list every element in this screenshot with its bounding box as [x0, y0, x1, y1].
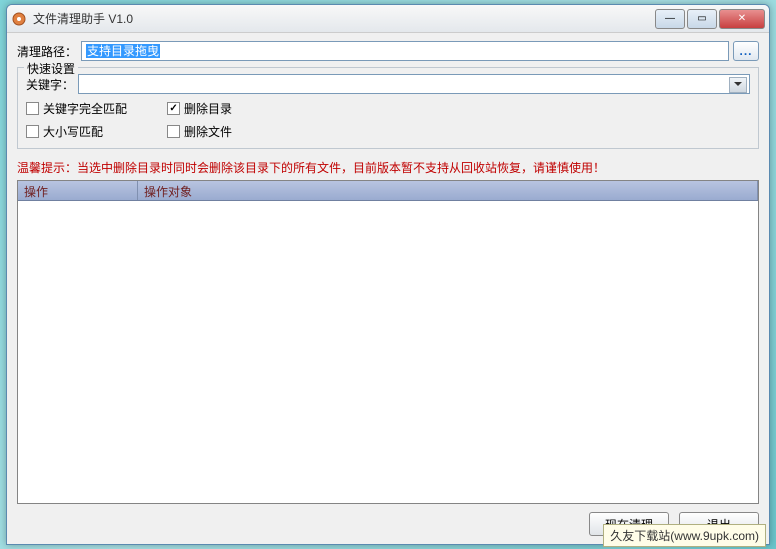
checkbox-icon — [26, 102, 39, 115]
group-title: 快速设置 — [24, 60, 78, 77]
check-case-match[interactable]: 大小写匹配 — [26, 123, 127, 140]
checkbox-grid: 关键字完全匹配 大小写匹配 删除目录 删除文件 — [26, 100, 750, 140]
check-label: 关键字完全匹配 — [43, 100, 127, 117]
col-target[interactable]: 操作对象 — [138, 181, 758, 200]
warning-body: 当选中删除目录时同时会删除该目录下的所有文件，目前版本暂不支持从回收站恢复，请谨… — [77, 161, 605, 175]
app-icon — [11, 11, 27, 27]
watermark: 久友下载站(www.9upk.com) — [603, 524, 766, 547]
browse-button[interactable]: ... — [733, 41, 759, 61]
titlebar[interactable]: 文件清理助手 V1.0 — ▭ ✕ — [7, 5, 769, 33]
window-title: 文件清理助手 V1.0 — [33, 10, 653, 27]
check-delete-dir[interactable]: 删除目录 — [167, 100, 232, 117]
col-operation[interactable]: 操作 — [18, 181, 138, 200]
check-full-match[interactable]: 关键字完全匹配 — [26, 100, 127, 117]
keyword-row: 关键字： — [26, 74, 750, 94]
warning-label: 温馨提示： — [17, 161, 77, 175]
client-area: 清理路径： 支持目录拖曳 ... 快速设置 关键字： 关键字完全匹配 — [7, 33, 769, 544]
checkbox-icon — [26, 125, 39, 138]
check-label: 删除目录 — [184, 100, 232, 117]
list-body — [18, 201, 758, 503]
minimize-button[interactable]: — — [655, 9, 685, 29]
path-input[interactable]: 支持目录拖曳 — [81, 41, 729, 61]
path-label: 清理路径： — [17, 43, 77, 60]
checkbox-icon — [167, 102, 180, 115]
list-header: 操作 操作对象 — [18, 181, 758, 201]
path-row: 清理路径： 支持目录拖曳 ... — [17, 41, 759, 61]
path-value: 支持目录拖曳 — [86, 44, 160, 58]
app-window: 文件清理助手 V1.0 — ▭ ✕ 清理路径： 支持目录拖曳 ... 快速设置 … — [6, 4, 770, 545]
keyword-label: 关键字： — [26, 76, 74, 93]
check-label: 大小写匹配 — [43, 123, 103, 140]
checkbox-icon — [167, 125, 180, 138]
close-button[interactable]: ✕ — [719, 9, 765, 29]
warning-text: 温馨提示：当选中删除目录时同时会删除该目录下的所有文件，目前版本暂不支持从回收站… — [17, 159, 759, 176]
result-list[interactable]: 操作 操作对象 — [17, 180, 759, 504]
check-label: 删除文件 — [184, 123, 232, 140]
check-delete-file[interactable]: 删除文件 — [167, 123, 232, 140]
maximize-button[interactable]: ▭ — [687, 9, 717, 29]
keyword-combo[interactable] — [78, 74, 750, 94]
chevron-down-icon — [734, 82, 742, 86]
quick-settings-group: 快速设置 关键字： 关键字完全匹配 大小写匹配 — [17, 67, 759, 149]
window-controls: — ▭ ✕ — [653, 9, 765, 29]
